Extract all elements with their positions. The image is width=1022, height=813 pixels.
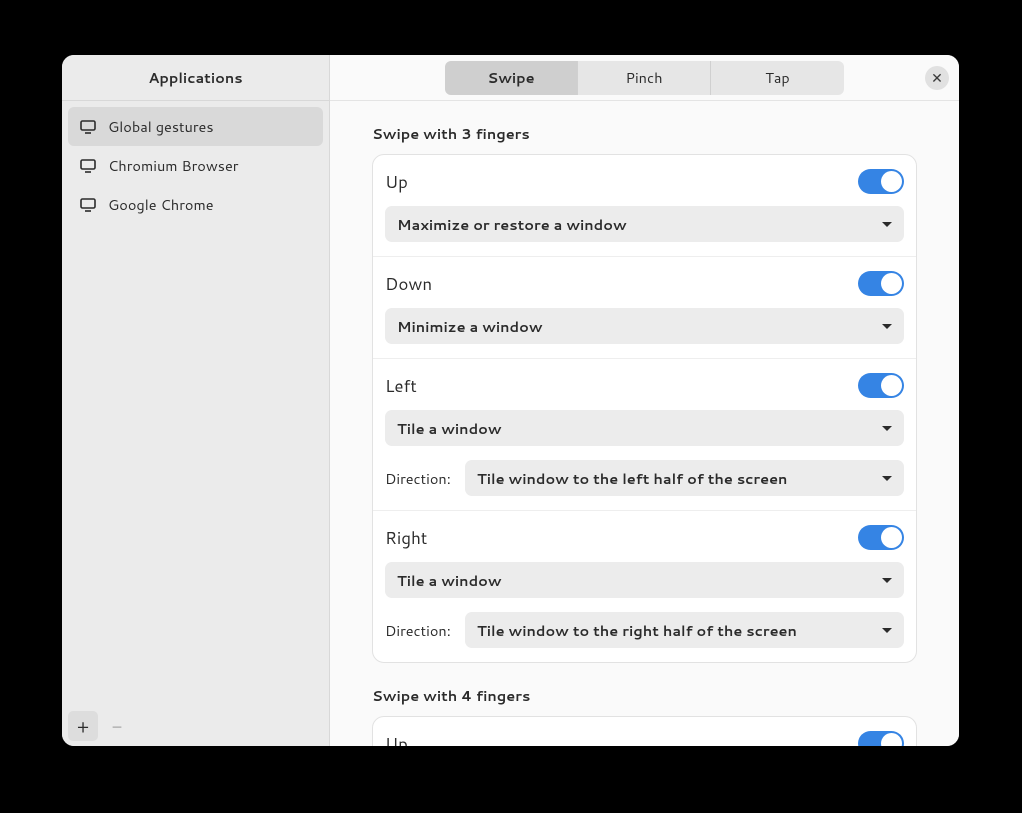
close-button[interactable]: ✕ bbox=[925, 66, 949, 90]
direction-select-value: Tile window to the left half of the scre… bbox=[477, 468, 787, 489]
direction-subrow-left: Direction: Tile window to the left half … bbox=[385, 460, 904, 496]
gesture-title: Up bbox=[385, 732, 408, 747]
action-select-value: Tile a window bbox=[397, 570, 502, 591]
section-title-3-fingers: Swipe with 3 fingers bbox=[372, 123, 917, 144]
toggle-right[interactable] bbox=[858, 525, 904, 550]
sidebar-item-chromium[interactable]: Chromium Browser bbox=[68, 146, 323, 185]
gesture-tabs: Swipe Pinch Tap bbox=[445, 61, 844, 95]
gesture-title: Up bbox=[385, 170, 408, 194]
remove-application-button[interactable]: − bbox=[102, 711, 132, 741]
tab-tap[interactable]: Tap bbox=[711, 61, 844, 95]
direction-subrow-right: Direction: Tile window to the right half… bbox=[385, 612, 904, 648]
minus-icon: − bbox=[112, 713, 123, 739]
chevron-down-icon bbox=[882, 324, 892, 329]
gesture-row-4-up: Up bbox=[373, 717, 916, 746]
chevron-down-icon bbox=[882, 476, 892, 481]
gesture-title: Left bbox=[385, 374, 417, 398]
main-pane: Swipe Pinch Tap ✕ Swipe with 3 fingers U… bbox=[330, 55, 959, 746]
action-select-down[interactable]: Minimize a window bbox=[385, 308, 904, 344]
gesture-row-up: Up Maximize or restore a window bbox=[373, 155, 916, 257]
action-select-value: Tile a window bbox=[397, 418, 502, 439]
chevron-down-icon bbox=[882, 578, 892, 583]
main-scroll[interactable]: Swipe with 3 fingers Up Maximize or rest… bbox=[330, 101, 959, 746]
gesture-title: Down bbox=[385, 272, 432, 296]
sidebar-item-label: Chromium Browser bbox=[108, 155, 238, 176]
monitor-icon bbox=[78, 158, 98, 174]
chevron-down-icon bbox=[882, 628, 892, 633]
tab-swipe[interactable]: Swipe bbox=[445, 61, 578, 95]
gesture-row-left: Left Tile a window Direction: Tile windo… bbox=[373, 359, 916, 511]
sidebar-item-global-gestures[interactable]: Global gestures bbox=[68, 107, 323, 146]
gesture-row-right: Right Tile a window Direction: Tile wind… bbox=[373, 511, 916, 662]
chevron-down-icon bbox=[882, 426, 892, 431]
direction-label: Direction: bbox=[385, 468, 451, 489]
settings-window: Applications Global gestures Chromium Br… bbox=[62, 55, 959, 746]
card-4-fingers: Up bbox=[372, 716, 917, 746]
direction-select-value: Tile window to the right half of the scr… bbox=[477, 620, 797, 641]
action-select-up[interactable]: Maximize or restore a window bbox=[385, 206, 904, 242]
section-title-4-fingers: Swipe with 4 fingers bbox=[372, 685, 917, 706]
main-header: Swipe Pinch Tap ✕ bbox=[330, 55, 959, 101]
sidebar-footer: + − bbox=[62, 706, 329, 746]
plus-icon: + bbox=[77, 713, 89, 739]
gesture-row-down: Down Minimize a window bbox=[373, 257, 916, 359]
toggle-left[interactable] bbox=[858, 373, 904, 398]
action-select-left[interactable]: Tile a window bbox=[385, 410, 904, 446]
sidebar-item-label: Google Chrome bbox=[108, 194, 214, 215]
monitor-icon bbox=[78, 119, 98, 135]
action-select-value: Minimize a window bbox=[397, 316, 543, 337]
direction-label: Direction: bbox=[385, 620, 451, 641]
toggle-4-up[interactable] bbox=[858, 731, 904, 746]
card-3-fingers: Up Maximize or restore a window Down bbox=[372, 154, 917, 663]
sidebar-title: Applications bbox=[62, 55, 329, 101]
sidebar: Applications Global gestures Chromium Br… bbox=[62, 55, 330, 746]
monitor-icon bbox=[78, 197, 98, 213]
sidebar-item-google-chrome[interactable]: Google Chrome bbox=[68, 185, 323, 224]
add-application-button[interactable]: + bbox=[68, 711, 98, 741]
toggle-down[interactable] bbox=[858, 271, 904, 296]
direction-select-left[interactable]: Tile window to the left half of the scre… bbox=[465, 460, 904, 496]
sidebar-list: Global gestures Chromium Browser Google … bbox=[62, 101, 329, 706]
chevron-down-icon bbox=[882, 222, 892, 227]
direction-select-right[interactable]: Tile window to the right half of the scr… bbox=[465, 612, 904, 648]
toggle-up[interactable] bbox=[858, 169, 904, 194]
action-select-value: Maximize or restore a window bbox=[397, 214, 627, 235]
gesture-title: Right bbox=[385, 526, 427, 550]
action-select-right[interactable]: Tile a window bbox=[385, 562, 904, 598]
close-icon: ✕ bbox=[931, 68, 943, 88]
sidebar-item-label: Global gestures bbox=[108, 116, 214, 137]
tab-pinch[interactable]: Pinch bbox=[578, 61, 711, 95]
